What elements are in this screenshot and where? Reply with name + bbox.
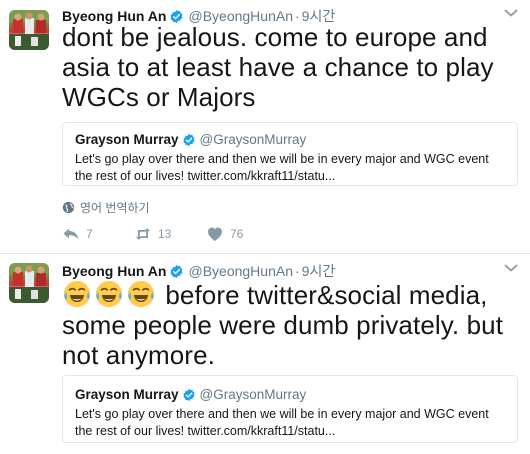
quoted-author-name: Grayson Murray <box>75 387 179 402</box>
chevron-down-icon[interactable] <box>504 263 518 273</box>
translate-label: 영어 번역하기 <box>80 201 150 215</box>
heart-icon <box>208 227 222 241</box>
avatar-photo <box>9 10 49 50</box>
reply-button[interactable]: 7 <box>62 226 134 242</box>
avatar[interactable] <box>9 263 49 303</box>
tweet-text: dont be jealous. come to europe and asia… <box>62 22 494 112</box>
timestamp[interactable]: 9시간 <box>302 261 336 281</box>
face-with-tears-of-joy-icon <box>95 280 123 308</box>
tweet-actions: 7 13 76 <box>62 226 286 242</box>
quoted-tweet-text: Let's go play over there and then we wil… <box>75 152 489 183</box>
quoted-author-name: Grayson Murray <box>75 132 179 147</box>
quoted-tweet[interactable]: Grayson Murray @GraysonMurray Let's go p… <box>62 375 518 443</box>
quoted-tweet-header: Grayson Murray @GraysonMurray <box>75 131 507 148</box>
tweet[interactable]: Byeong Hun An @ByeongHunAn · 9시간 before … <box>0 255 530 454</box>
retweet-count: 13 <box>158 227 172 241</box>
tweet-header: Byeong Hun An @ByeongHunAn · 9시간 <box>62 261 335 281</box>
avatar-photo <box>9 263 49 303</box>
quoted-author-handle: @GraysonMurray <box>199 132 307 147</box>
author-name[interactable]: Byeong Hun An <box>62 263 166 279</box>
verified-badge-icon <box>171 264 183 278</box>
chevron-down-icon[interactable] <box>504 8 518 18</box>
translate-link[interactable]: 영어 번역하기 <box>62 199 150 216</box>
retweet-button[interactable]: 13 <box>134 226 206 242</box>
quoted-tweet-text: Let's go play over there and then we wil… <box>75 407 489 438</box>
retweet-icon <box>135 228 151 240</box>
reply-count: 7 <box>86 227 93 241</box>
face-with-tears-of-joy-icon <box>63 280 91 308</box>
quoted-tweet[interactable]: Grayson Murray @GraysonMurray Let's go p… <box>62 122 518 186</box>
quoted-author-handle: @GraysonMurray <box>199 387 307 402</box>
reply-icon <box>63 228 79 240</box>
like-button[interactable]: 76 <box>206 226 286 242</box>
face-with-tears-of-joy-icon <box>127 280 155 308</box>
globe-icon <box>62 201 75 214</box>
verified-badge-icon <box>183 133 195 146</box>
avatar[interactable] <box>9 10 49 50</box>
verified-badge-icon <box>183 388 195 401</box>
author-handle[interactable]: @ByeongHunAn <box>188 263 293 279</box>
like-count: 76 <box>230 227 244 241</box>
separator-dot: · <box>295 263 300 279</box>
quoted-tweet-header: Grayson Murray @GraysonMurray <box>75 386 507 403</box>
tweet-text: before twitter&social media, some people… <box>62 279 522 370</box>
tweet[interactable]: Byeong Hun An @ByeongHunAn · 9시간 dont be… <box>0 0 530 254</box>
